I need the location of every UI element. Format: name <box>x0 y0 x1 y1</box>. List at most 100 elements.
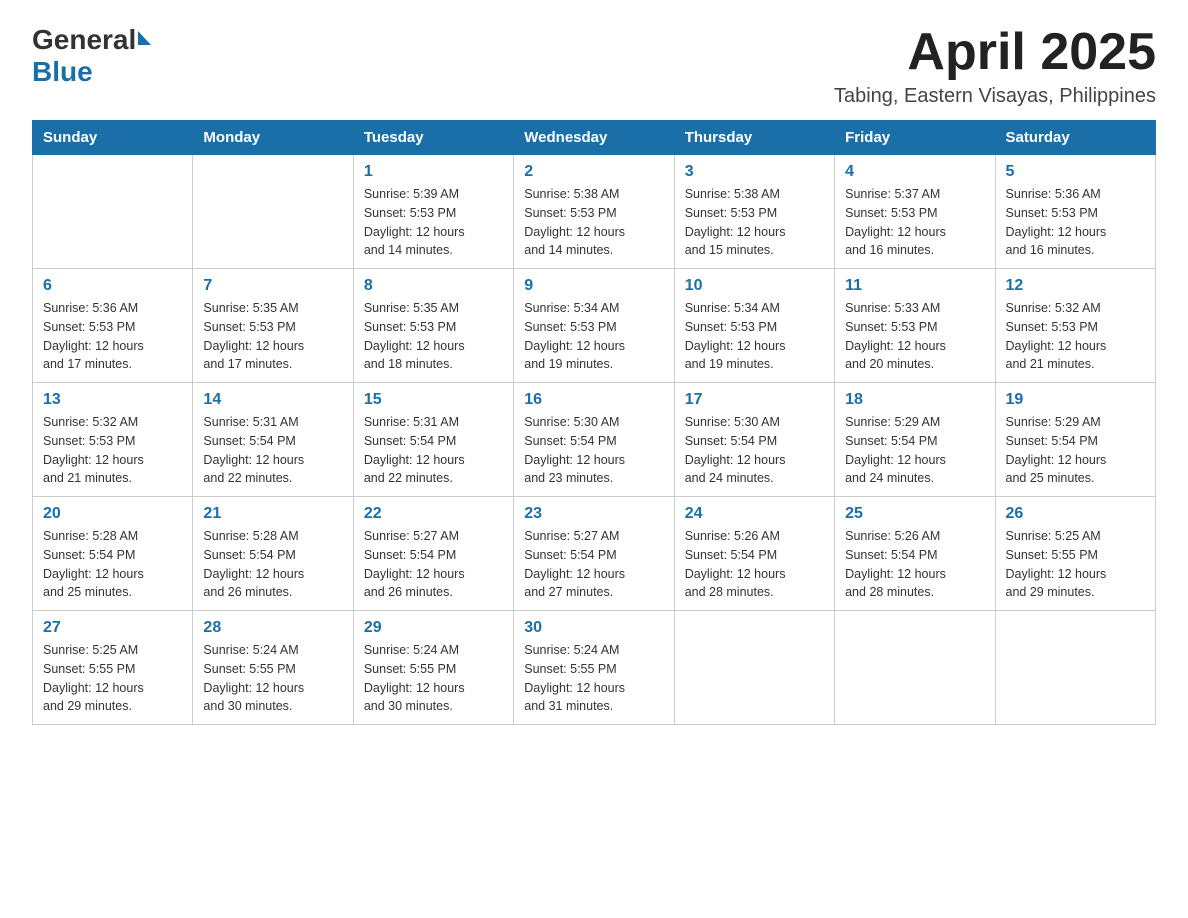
day-detail: Sunrise: 5:28 AMSunset: 5:54 PMDaylight:… <box>43 527 182 602</box>
day-number: 15 <box>364 391 503 409</box>
day-number: 10 <box>685 277 824 295</box>
day-detail: Sunrise: 5:27 AMSunset: 5:54 PMDaylight:… <box>364 527 503 602</box>
day-detail: Sunrise: 5:29 AMSunset: 5:54 PMDaylight:… <box>845 413 984 488</box>
day-detail: Sunrise: 5:27 AMSunset: 5:54 PMDaylight:… <box>524 527 663 602</box>
day-detail: Sunrise: 5:31 AMSunset: 5:54 PMDaylight:… <box>203 413 342 488</box>
day-number: 29 <box>364 619 503 637</box>
day-number: 30 <box>524 619 663 637</box>
day-detail: Sunrise: 5:24 AMSunset: 5:55 PMDaylight:… <box>364 641 503 716</box>
table-row: 15 Sunrise: 5:31 AMSunset: 5:54 PMDayligh… <box>353 383 513 497</box>
day-detail: Sunrise: 5:29 AMSunset: 5:54 PMDaylight:… <box>1006 413 1145 488</box>
day-detail: Sunrise: 5:37 AMSunset: 5:53 PMDaylight:… <box>845 185 984 260</box>
day-detail: Sunrise: 5:26 AMSunset: 5:54 PMDaylight:… <box>845 527 984 602</box>
page-title: April 2025 <box>834 24 1156 81</box>
table-row: 26 Sunrise: 5:25 AMSunset: 5:55 PMDayligh… <box>995 497 1155 611</box>
table-row: 2 Sunrise: 5:38 AMSunset: 5:53 PMDaylight… <box>514 155 674 269</box>
table-row <box>835 611 995 725</box>
table-row: 6 Sunrise: 5:36 AMSunset: 5:53 PMDaylight… <box>33 269 193 383</box>
day-detail: Sunrise: 5:31 AMSunset: 5:54 PMDaylight:… <box>364 413 503 488</box>
calendar-week-row: 27 Sunrise: 5:25 AMSunset: 5:55 PMDayligh… <box>33 611 1156 725</box>
day-number: 4 <box>845 163 984 181</box>
calendar-table: Sunday Monday Tuesday Wednesday Thursday… <box>32 120 1156 725</box>
day-number: 1 <box>364 163 503 181</box>
day-detail: Sunrise: 5:25 AMSunset: 5:55 PMDaylight:… <box>1006 527 1145 602</box>
day-detail: Sunrise: 5:39 AMSunset: 5:53 PMDaylight:… <box>364 185 503 260</box>
day-detail: Sunrise: 5:36 AMSunset: 5:53 PMDaylight:… <box>1006 185 1145 260</box>
day-detail: Sunrise: 5:24 AMSunset: 5:55 PMDaylight:… <box>203 641 342 716</box>
table-row: 21 Sunrise: 5:28 AMSunset: 5:54 PMDayligh… <box>193 497 353 611</box>
table-row: 7 Sunrise: 5:35 AMSunset: 5:53 PMDaylight… <box>193 269 353 383</box>
day-number: 24 <box>685 505 824 523</box>
col-sunday: Sunday <box>33 121 193 155</box>
col-saturday: Saturday <box>995 121 1155 155</box>
table-row <box>193 155 353 269</box>
calendar-week-row: 13Sunrise: 5:32 AMSunset: 5:53 PMDayligh… <box>33 383 1156 497</box>
day-detail: Sunrise: 5:32 AMSunset: 5:53 PMDaylight:… <box>1006 299 1145 374</box>
table-row: 14 Sunrise: 5:31 AMSunset: 5:54 PMDayligh… <box>193 383 353 497</box>
table-row: 25 Sunrise: 5:26 AMSunset: 5:54 PMDayligh… <box>835 497 995 611</box>
day-number: 21 <box>203 505 342 523</box>
table-row: 27 Sunrise: 5:25 AMSunset: 5:55 PMDayligh… <box>33 611 193 725</box>
logo-arrow-icon <box>138 31 151 45</box>
table-row: 22 Sunrise: 5:27 AMSunset: 5:54 PMDayligh… <box>353 497 513 611</box>
day-number: 12 <box>1006 277 1145 295</box>
day-number: 16 <box>524 391 663 409</box>
day-number: 25 <box>845 505 984 523</box>
day-number: 28 <box>203 619 342 637</box>
table-row: 17 Sunrise: 5:30 AMSunset: 5:54 PMDayligh… <box>674 383 834 497</box>
day-detail: Sunrise: 5:34 AMSunset: 5:53 PMDaylight:… <box>524 299 663 374</box>
calendar-week-row: 1 Sunrise: 5:39 AMSunset: 5:53 PMDaylight… <box>33 155 1156 269</box>
col-monday: Monday <box>193 121 353 155</box>
day-detail: Sunrise: 5:35 AMSunset: 5:53 PMDaylight:… <box>203 299 342 374</box>
day-number: 22 <box>364 505 503 523</box>
logo-blue-text: Blue <box>32 56 93 88</box>
table-row <box>674 611 834 725</box>
day-number: 20 <box>43 505 182 523</box>
day-detail: Sunrise: 5:33 AMSunset: 5:53 PMDaylight:… <box>845 299 984 374</box>
day-number: 9 <box>524 277 663 295</box>
col-wednesday: Wednesday <box>514 121 674 155</box>
table-row: 3Sunrise: 5:38 AMSunset: 5:53 PMDaylight… <box>674 155 834 269</box>
day-detail: Sunrise: 5:25 AMSunset: 5:55 PMDaylight:… <box>43 641 182 716</box>
col-tuesday: Tuesday <box>353 121 513 155</box>
day-number: 6 <box>43 277 182 295</box>
day-number: 26 <box>1006 505 1145 523</box>
table-row: 29 Sunrise: 5:24 AMSunset: 5:55 PMDayligh… <box>353 611 513 725</box>
day-number: 7 <box>203 277 342 295</box>
table-row: 12 Sunrise: 5:32 AMSunset: 5:53 PMDayligh… <box>995 269 1155 383</box>
day-detail: Sunrise: 5:38 AMSunset: 5:53 PMDaylight:… <box>524 185 663 260</box>
day-detail: Sunrise: 5:35 AMSunset: 5:53 PMDaylight:… <box>364 299 503 374</box>
day-detail: Sunrise: 5:34 AMSunset: 5:53 PMDaylight:… <box>685 299 824 374</box>
day-detail: Sunrise: 5:32 AMSunset: 5:53 PMDaylight:… <box>43 413 182 488</box>
title-block: April 2025 Tabing, Eastern Visayas, Phil… <box>834 24 1156 108</box>
day-detail: Sunrise: 5:36 AMSunset: 5:53 PMDaylight:… <box>43 299 182 374</box>
table-row: 13Sunrise: 5:32 AMSunset: 5:53 PMDayligh… <box>33 383 193 497</box>
day-detail: Sunrise: 5:24 AMSunset: 5:55 PMDaylight:… <box>524 641 663 716</box>
day-detail: Sunrise: 5:28 AMSunset: 5:54 PMDaylight:… <box>203 527 342 602</box>
table-row: 8 Sunrise: 5:35 AMSunset: 5:53 PMDaylight… <box>353 269 513 383</box>
col-thursday: Thursday <box>674 121 834 155</box>
day-number: 3 <box>685 163 824 181</box>
table-row: 18Sunrise: 5:29 AMSunset: 5:54 PMDayligh… <box>835 383 995 497</box>
table-row: 20 Sunrise: 5:28 AMSunset: 5:54 PMDayligh… <box>33 497 193 611</box>
day-detail: Sunrise: 5:30 AMSunset: 5:54 PMDaylight:… <box>685 413 824 488</box>
day-number: 8 <box>364 277 503 295</box>
table-row: 9 Sunrise: 5:34 AMSunset: 5:53 PMDaylight… <box>514 269 674 383</box>
table-row: 19Sunrise: 5:29 AMSunset: 5:54 PMDayligh… <box>995 383 1155 497</box>
table-row: 1 Sunrise: 5:39 AMSunset: 5:53 PMDaylight… <box>353 155 513 269</box>
table-row: 5Sunrise: 5:36 AMSunset: 5:53 PMDaylight… <box>995 155 1155 269</box>
table-row: 28 Sunrise: 5:24 AMSunset: 5:55 PMDayligh… <box>193 611 353 725</box>
logo-general-text: General <box>32 24 136 56</box>
day-number: 14 <box>203 391 342 409</box>
calendar-header-row: Sunday Monday Tuesday Wednesday Thursday… <box>33 121 1156 155</box>
day-number: 27 <box>43 619 182 637</box>
day-number: 2 <box>524 163 663 181</box>
table-row <box>995 611 1155 725</box>
logo: General Blue <box>32 24 151 88</box>
table-row: 4 Sunrise: 5:37 AMSunset: 5:53 PMDaylight… <box>835 155 995 269</box>
day-number: 17 <box>685 391 824 409</box>
page-header: General Blue April 2025 Tabing, Eastern … <box>32 24 1156 108</box>
day-detail: Sunrise: 5:30 AMSunset: 5:54 PMDaylight:… <box>524 413 663 488</box>
page-subtitle: Tabing, Eastern Visayas, Philippines <box>834 85 1156 108</box>
calendar-week-row: 6 Sunrise: 5:36 AMSunset: 5:53 PMDaylight… <box>33 269 1156 383</box>
